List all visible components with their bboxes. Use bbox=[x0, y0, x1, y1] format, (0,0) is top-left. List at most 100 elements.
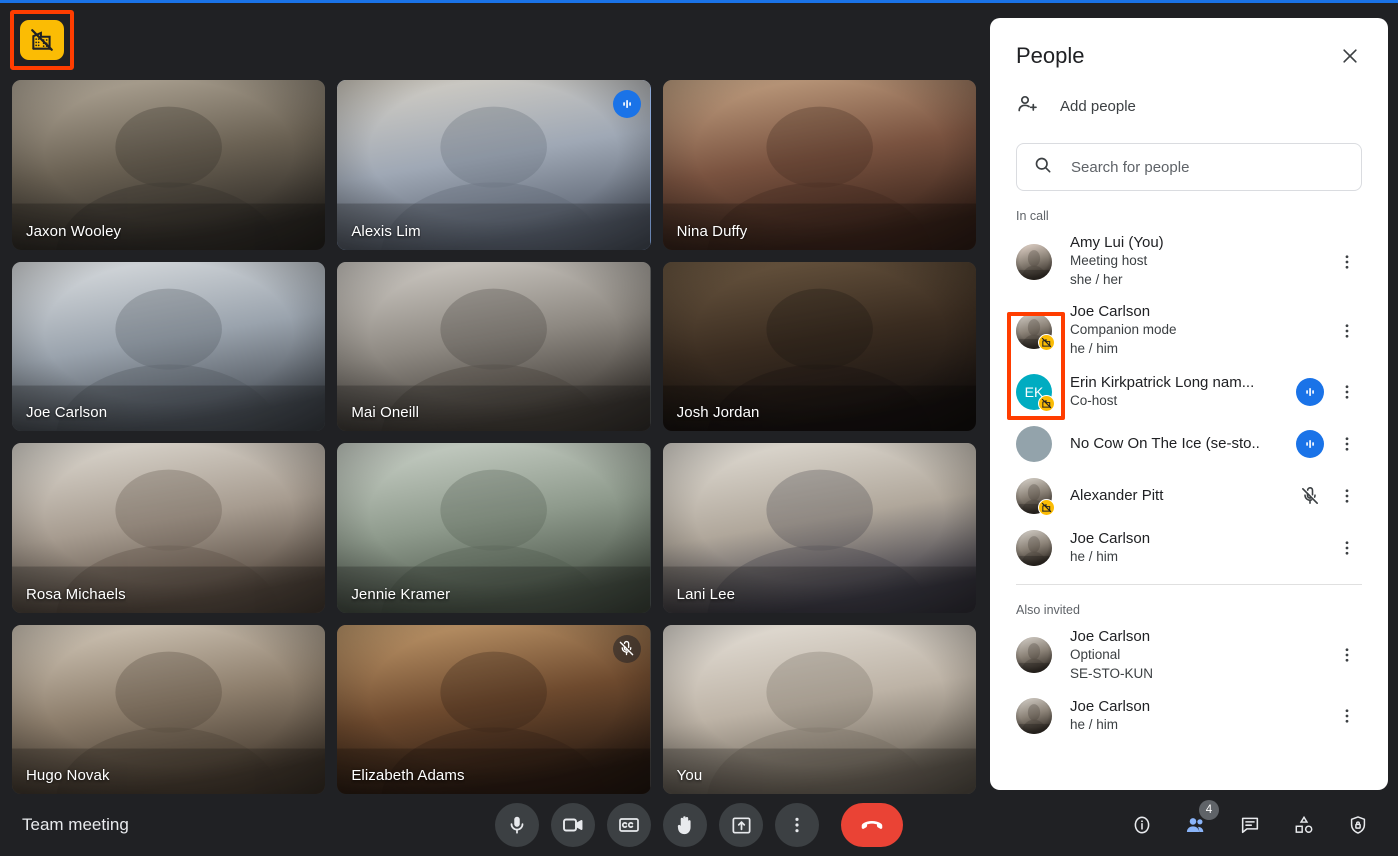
participant-info: Joe Carlson Companion mode he / him bbox=[1070, 303, 1314, 358]
participant-role: Meeting host bbox=[1070, 253, 1148, 268]
avatar bbox=[1016, 529, 1052, 566]
meeting-title: Team meeting bbox=[22, 815, 129, 834]
right-controls: 4 bbox=[1128, 800, 1372, 839]
participant-actions bbox=[1332, 533, 1362, 563]
participant-row[interactable]: Amy Lui (You) Meeting host she / her bbox=[990, 227, 1388, 296]
participant-actions bbox=[1332, 701, 1362, 731]
people-button[interactable]: 4 bbox=[1182, 800, 1219, 839]
participant-actions bbox=[1296, 429, 1362, 459]
avatar bbox=[1016, 637, 1052, 674]
avatar-photo bbox=[1016, 529, 1052, 566]
video-tile[interactable]: Mai Oneill bbox=[337, 261, 651, 431]
chat-button[interactable] bbox=[1236, 811, 1264, 839]
screen-share-off-icon[interactable] bbox=[20, 20, 64, 60]
participant-actions bbox=[1332, 640, 1362, 670]
participant-name: Alexander Pitt bbox=[1070, 487, 1164, 505]
companion-mode-badge-icon bbox=[1038, 333, 1055, 351]
participant-more-options-icon[interactable] bbox=[1332, 481, 1362, 511]
tile-participant-name: Josh Jordan bbox=[676, 404, 760, 421]
tile-participant-name: You bbox=[676, 767, 703, 784]
add-people-button[interactable]: Add people bbox=[990, 82, 1388, 127]
participant-row[interactable]: Joe Carlson Optional SE-STO-KUN bbox=[990, 621, 1388, 690]
participant-info: Alexander Pitt bbox=[1070, 487, 1278, 504]
microphone-button[interactable] bbox=[495, 803, 539, 847]
people-panel: People Add people Search for people In c… bbox=[990, 18, 1388, 790]
google-meet-window: Jaxon Wooley Alexis Lim Nina Duffy Joe C… bbox=[0, 0, 1398, 856]
raise-hand-button[interactable] bbox=[663, 803, 707, 847]
video-tile[interactable]: Nina Duffy bbox=[662, 80, 976, 250]
participant-row[interactable]: Joe Carlson he / him bbox=[990, 522, 1388, 574]
participant-name: Joe Carlson bbox=[1070, 627, 1151, 645]
participant-more-options-icon[interactable] bbox=[1332, 701, 1362, 731]
companion-mode-indicator-highlight bbox=[10, 10, 74, 70]
speaking-indicator-icon bbox=[1296, 377, 1324, 406]
participant-row[interactable]: Joe Carlson he / him bbox=[990, 690, 1388, 742]
participant-more-options-icon[interactable] bbox=[1332, 640, 1362, 670]
participant-role: Co-host bbox=[1070, 392, 1118, 408]
activities-button[interactable] bbox=[1290, 811, 1318, 839]
end-call-button[interactable] bbox=[841, 803, 903, 847]
muted-mic-icon bbox=[1296, 482, 1324, 510]
participant-info: Joe Carlson he / him bbox=[1070, 698, 1314, 734]
participant-more-options-icon[interactable] bbox=[1332, 377, 1362, 407]
participant-row[interactable]: EK Erin Kirkpatrick Long nam... Co-host bbox=[990, 366, 1388, 418]
video-tile[interactable]: Joe Carlson bbox=[12, 261, 326, 431]
meeting-details-button[interactable] bbox=[1128, 811, 1156, 839]
video-tile[interactable]: Jennie Kramer bbox=[337, 443, 651, 613]
captions-button[interactable] bbox=[607, 803, 651, 847]
participant-info: Erin Kirkpatrick Long nam... Co-host bbox=[1070, 374, 1278, 410]
search-people-box[interactable] bbox=[1016, 143, 1362, 191]
search-icon bbox=[1033, 155, 1053, 180]
companion-mode-badge-icon bbox=[1038, 498, 1055, 516]
tile-participant-name: Jennie Kramer bbox=[351, 585, 451, 603]
video-tile[interactable]: Elizabeth Adams bbox=[337, 624, 651, 794]
participant-more-options-icon[interactable] bbox=[1332, 533, 1362, 563]
meeting-toolbar: Team meeting 4 bbox=[0, 794, 1398, 856]
avatar bbox=[1016, 477, 1055, 516]
participant-more-options-icon[interactable] bbox=[1332, 429, 1362, 459]
add-people-label: Add people bbox=[1060, 98, 1136, 115]
participant-more-options-icon[interactable] bbox=[1332, 316, 1362, 346]
more-options-button[interactable] bbox=[775, 803, 819, 847]
avatar bbox=[1016, 697, 1052, 734]
tile-participant-name: Hugo Novak bbox=[26, 767, 110, 784]
companion-mode-badge-icon bbox=[1038, 394, 1055, 412]
speaking-indicator-icon bbox=[1296, 429, 1324, 458]
present-screen-button[interactable] bbox=[719, 803, 763, 847]
video-tile[interactable]: Jaxon Wooley bbox=[12, 80, 326, 250]
speaking-indicator-icon bbox=[612, 90, 641, 118]
video-tile[interactable]: Rosa Michaels bbox=[12, 443, 326, 613]
center-controls bbox=[495, 803, 903, 847]
participant-role: Optional bbox=[1070, 646, 1121, 662]
tile-participant-name: Elizabeth Adams bbox=[351, 767, 465, 784]
participant-pronouns: she / her bbox=[1070, 272, 1123, 288]
muted-mic-icon bbox=[612, 634, 641, 663]
close-icon[interactable] bbox=[1334, 40, 1366, 72]
tile-participant-name: Alexis Lim bbox=[351, 222, 421, 240]
video-tile[interactable]: Alexis Lim bbox=[337, 80, 651, 250]
video-tile[interactable]: Josh Jordan bbox=[662, 261, 976, 431]
participant-actions bbox=[1296, 481, 1362, 511]
camera-button[interactable] bbox=[551, 803, 595, 847]
video-tile-grid: Jaxon Wooley Alexis Lim Nina Duffy Joe C… bbox=[12, 80, 976, 794]
participant-more-options-icon[interactable] bbox=[1332, 247, 1362, 277]
video-tile[interactable]: Hugo Novak bbox=[12, 624, 326, 794]
search-input[interactable] bbox=[1071, 158, 1345, 176]
section-label: In call bbox=[1016, 209, 1049, 223]
participant-pronouns: SE-STO-KUN bbox=[1070, 665, 1154, 681]
participant-name: Joe Carlson bbox=[1070, 529, 1151, 547]
participant-row[interactable]: No Cow On The Ice (se-sto.. bbox=[990, 418, 1388, 470]
tile-participant-name: Mai Oneill bbox=[351, 404, 420, 421]
participant-name: Joe Carlson bbox=[1070, 697, 1151, 715]
host-controls-button[interactable] bbox=[1344, 811, 1372, 839]
participant-name: Erin Kirkpatrick Long nam... bbox=[1070, 373, 1255, 391]
avatar-photo bbox=[1016, 637, 1052, 674]
video-tile[interactable]: Lani Lee bbox=[662, 443, 976, 613]
participant-row[interactable]: Alexander Pitt bbox=[990, 470, 1388, 522]
participant-pronouns: he / him bbox=[1070, 548, 1119, 564]
participant-name: Amy Lui (You) bbox=[1070, 234, 1164, 251]
tile-participant-name: Jaxon Wooley bbox=[26, 222, 122, 240]
participant-info: No Cow On The Ice (se-sto.. bbox=[1070, 435, 1278, 452]
video-tile[interactable]: You bbox=[662, 624, 976, 794]
participant-row[interactable]: Joe Carlson Companion mode he / him bbox=[990, 296, 1388, 365]
